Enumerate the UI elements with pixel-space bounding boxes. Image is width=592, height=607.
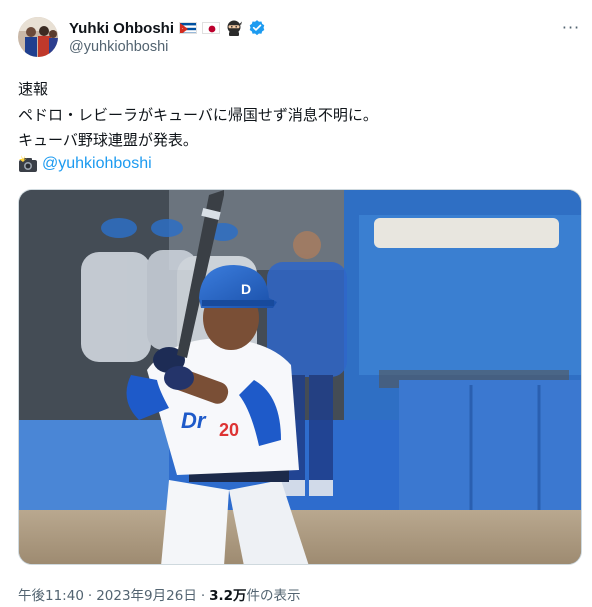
- japan-flag-icon: [202, 22, 221, 34]
- tweet-time[interactable]: 午後11:40: [18, 584, 84, 604]
- author-name-row: Yuhki Ohboshi: [69, 18, 266, 38]
- verified-badge-icon: [248, 19, 266, 37]
- tweet-card: Yuhki Ohboshi @yuhkiohboshi ··· 速報 ペドロ・レ…: [0, 0, 592, 607]
- views-count: 3.2万: [209, 588, 247, 604]
- more-icon: ···: [561, 17, 581, 37]
- more-options-button[interactable]: ···: [560, 16, 582, 38]
- mention-link[interactable]: @yuhkiohboshi: [42, 154, 152, 174]
- separator: ·: [200, 588, 206, 604]
- tweet-photo[interactable]: Dr 20 D: [18, 189, 582, 565]
- svg-text:D: D: [241, 281, 251, 297]
- display-name[interactable]: Yuhki Ohboshi: [69, 20, 174, 37]
- baseball-batter-photo: Dr 20 D: [19, 190, 581, 564]
- cuba-flag-icon: [179, 22, 198, 34]
- avatar[interactable]: [18, 17, 58, 57]
- tweet-mention-line: @yuhkiohboshi: [18, 154, 152, 174]
- views-label: 件の表示: [246, 588, 301, 604]
- svg-text:20: 20: [219, 420, 239, 440]
- svg-text:Dr: Dr: [181, 408, 207, 433]
- tweet-text-line-2: ペドロ・レビーラがキューバに帰国せず消息不明に。: [18, 106, 378, 124]
- tweet-meta: 午後11:40 · 2023年9月26日 · 3.2万 件の表示: [18, 584, 301, 604]
- camera-flash-icon: [18, 155, 37, 173]
- separator: ·: [87, 588, 93, 604]
- tweet-date[interactable]: 2023年9月26日: [96, 584, 197, 604]
- author-handle[interactable]: @yuhkiohboshi: [69, 39, 168, 55]
- ninja-icon: [225, 19, 243, 37]
- tweet-text-line-3: キューバ野球連盟が発表。: [18, 131, 198, 149]
- tweet-text-line-1: 速報: [18, 80, 49, 98]
